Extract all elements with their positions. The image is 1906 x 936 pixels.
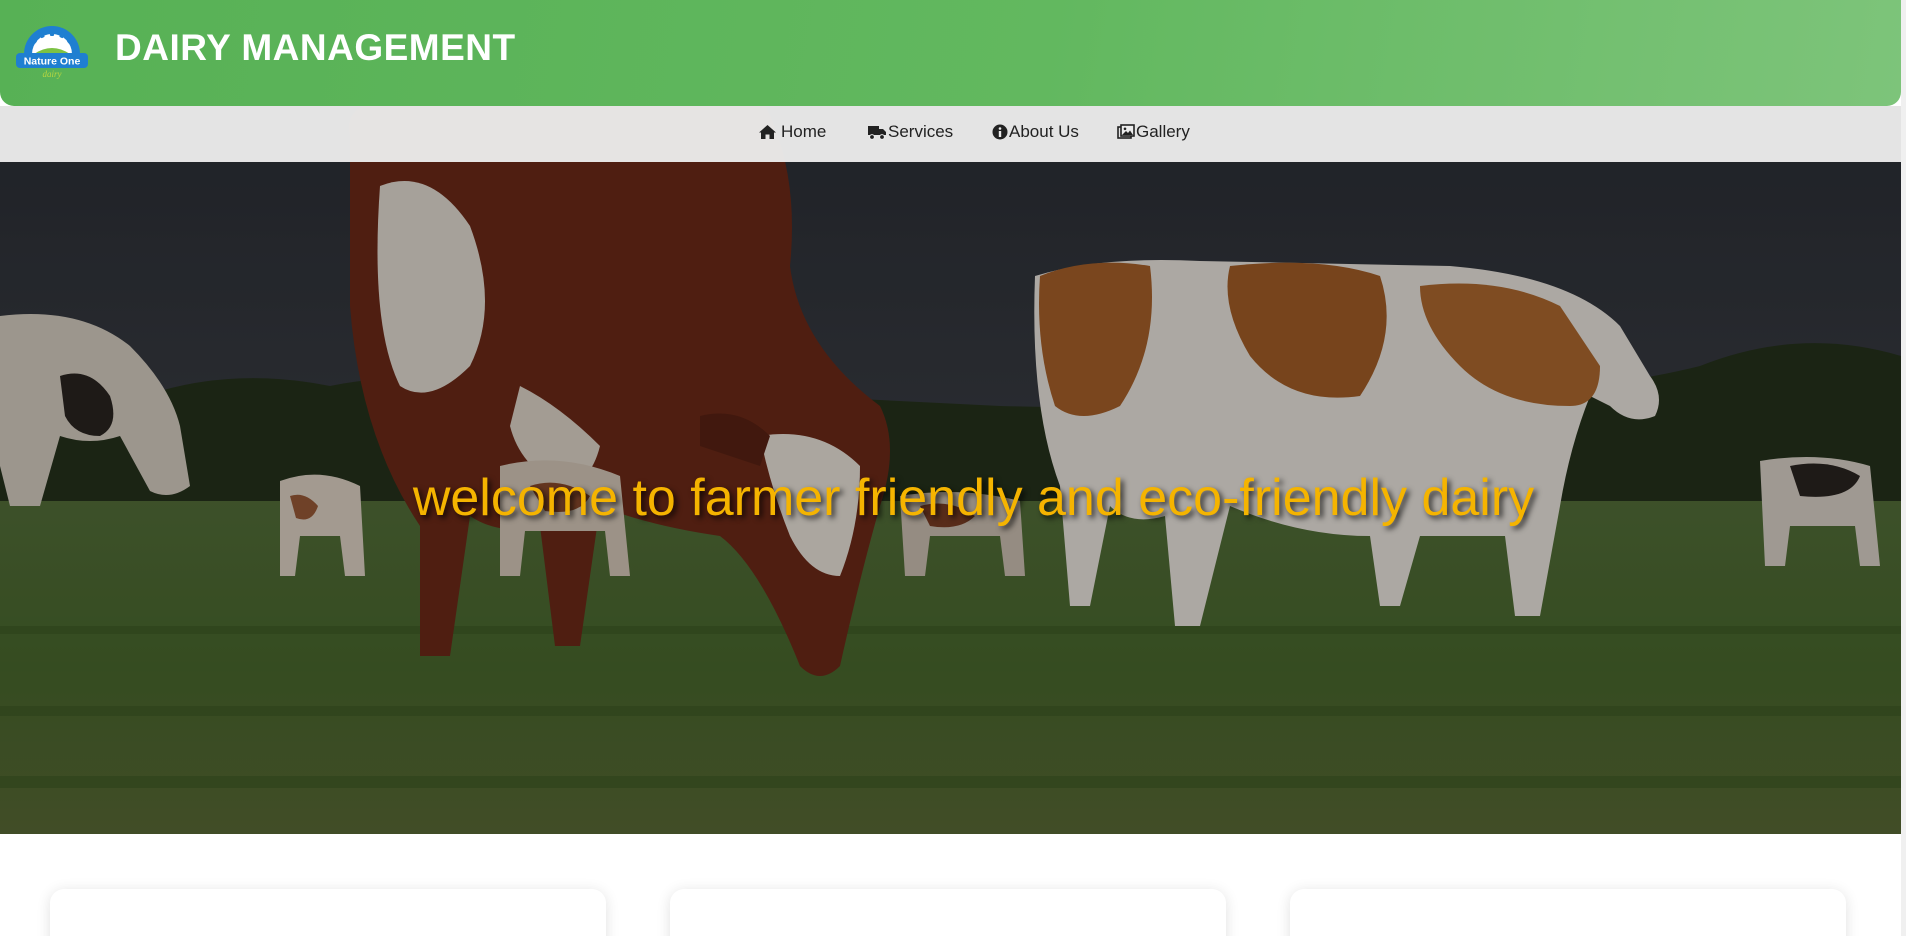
images-icon [1117, 124, 1135, 140]
site-header: Nature One dairy DAIRY MANAGEMENT [0, 0, 1901, 106]
nav-item-label: Gallery [1136, 122, 1190, 141]
nav-item-label: Services [888, 122, 954, 141]
nav-item-label: Home [781, 122, 827, 141]
main-nav: Home Services About Us Gallery [0, 106, 1901, 162]
feature-card [670, 889, 1226, 936]
page: Nature One dairy DAIRY MANAGEMENT welcom… [0, 0, 1906, 936]
nature-one-logo[interactable]: Nature One dairy [14, 20, 90, 80]
nav-item-gallery[interactable]: Gallery [1117, 122, 1190, 142]
hero-banner: welcome to farmer friendly and eco-frien… [0, 106, 1901, 834]
nav-item-home[interactable]: Home [758, 122, 826, 142]
feature-card [50, 889, 606, 936]
home-icon [758, 124, 777, 140]
feature-card [1290, 889, 1846, 936]
svg-text:Nature One: Nature One [24, 56, 81, 68]
truck-icon [867, 124, 887, 140]
nav-item-label: About Us [1009, 122, 1079, 141]
info-circle-icon [992, 124, 1008, 140]
page-scrollbar[interactable] [1901, 0, 1906, 936]
hero-heading: welcome to farmer friendly and eco-frien… [412, 469, 1535, 527]
nav-item-services[interactable]: Services [867, 122, 953, 142]
svg-text:dairy: dairy [43, 69, 62, 79]
site-title: DAIRY MANAGEMENT [115, 27, 516, 68]
nav-item-about-us[interactable]: About Us [992, 122, 1079, 142]
